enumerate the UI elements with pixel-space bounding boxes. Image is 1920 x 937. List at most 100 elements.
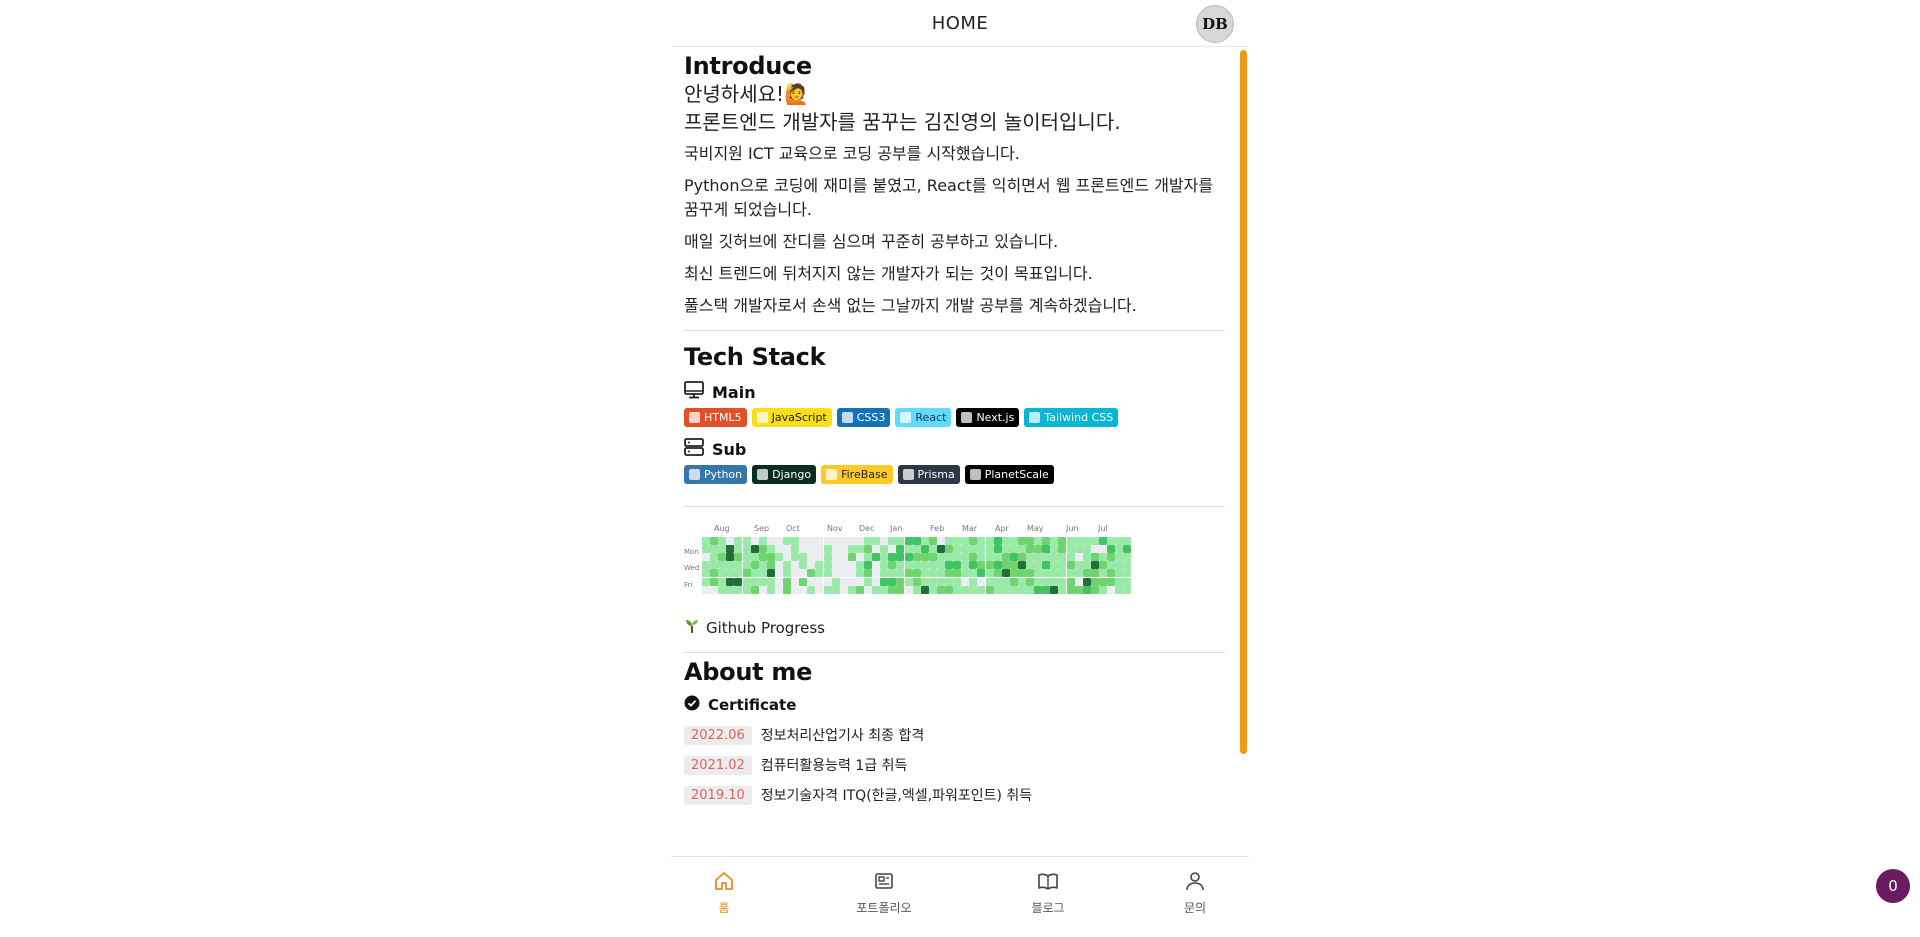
contribution-cell — [710, 537, 719, 545]
contribution-cell — [783, 585, 791, 594]
contribution-cell — [774, 569, 783, 578]
notification-bubble-button[interactable]: 0 — [1876, 869, 1910, 903]
contribution-cell — [839, 577, 848, 586]
nav-blog[interactable]: 블로그 — [1008, 870, 1088, 916]
contribution-cell — [742, 537, 751, 545]
contribution-cell — [855, 561, 864, 570]
contribution-cell — [847, 569, 856, 578]
contribution-cell — [1066, 569, 1075, 578]
contribution-cell — [888, 545, 897, 554]
certificate-item: 2019.10 정보기술자격 ITQ(한글,엑셀,파워포인트) 취득 — [684, 785, 1225, 805]
sub-badge-prisma: Prisma — [897, 465, 960, 484]
contribution-cell — [872, 537, 881, 545]
contribution-cell — [1082, 569, 1091, 578]
contribution-cell — [1090, 577, 1099, 586]
contribution-cell — [1074, 561, 1083, 570]
avatar[interactable]: DB — [1196, 5, 1234, 43]
contribution-cell — [839, 561, 848, 570]
contribution-cell — [953, 537, 962, 545]
contribution-cell — [912, 561, 921, 570]
contribution-cell — [783, 537, 791, 545]
contribution-cell — [953, 553, 962, 562]
contribution-cell — [1058, 545, 1067, 554]
contribution-cell — [888, 561, 897, 570]
contribution-cell — [904, 585, 913, 594]
contribution-cell — [766, 569, 775, 578]
contribution-cell — [1090, 545, 1099, 554]
contribution-cell — [985, 577, 994, 586]
contribution-cell — [847, 537, 856, 545]
contribution-cell — [1058, 577, 1067, 586]
contribution-cell — [718, 545, 727, 554]
contribution-cell — [734, 569, 743, 578]
contribution-cell — [1123, 577, 1132, 586]
main-badge-css3: CSS3 — [836, 408, 891, 427]
contribution-cell — [945, 545, 953, 554]
contribution-cell — [1058, 569, 1067, 578]
certificate-date: 2021.02 — [684, 755, 752, 775]
certificate-date: 2022.06 — [684, 725, 752, 745]
contribution-cell — [1115, 577, 1124, 586]
section-divider — [684, 506, 1225, 507]
contribution-cell — [872, 545, 881, 554]
contribution-cell — [912, 553, 921, 562]
contribution-cell — [1107, 561, 1115, 570]
contribution-cell — [783, 569, 791, 578]
nav-portfolio[interactable]: 포트폴리오 — [844, 870, 924, 916]
month-label: Mar — [962, 524, 978, 533]
contribution-cell — [750, 569, 759, 578]
contribution-cell — [880, 585, 889, 594]
badge-label: CSS3 — [856, 411, 886, 424]
main-scroll-area[interactable]: Introduce 안녕하세요!🙋 프론트엔드 개발자를 꿈꾸는 김진영의 놀이… — [671, 48, 1249, 856]
certificate-text: 정보처리산업기사 최종 합격 — [760, 728, 925, 744]
contribution-cell — [766, 537, 775, 545]
contribution-cell — [904, 561, 913, 570]
contribution-cell — [726, 585, 735, 594]
contribution-cell — [1034, 553, 1043, 562]
contribution-cell — [710, 569, 719, 578]
contribution-cell — [928, 545, 937, 554]
contribution-cell — [945, 569, 953, 578]
weekday-label: Mon — [684, 548, 699, 556]
contribution-cell — [1123, 585, 1132, 594]
nav-contact[interactable]: 문의 — [1155, 870, 1235, 916]
contribution-cell — [702, 545, 710, 554]
sub-badge-list: Python Django FireBase Prisma PlanetScale — [684, 465, 1225, 484]
certificate-header: Certificate — [684, 695, 1225, 715]
contribution-cell — [1050, 561, 1059, 570]
contribution-cell — [734, 553, 743, 562]
section-divider — [684, 330, 1225, 331]
scrollbar-thumb[interactable] — [1240, 50, 1247, 754]
contribution-cell — [888, 569, 897, 578]
contribution-cell — [815, 553, 824, 562]
contribution-cell — [1115, 537, 1124, 545]
contribution-cell — [758, 553, 767, 562]
contribution-cell — [1123, 561, 1132, 570]
contribution-cell — [945, 561, 953, 570]
contribution-cell — [1115, 545, 1124, 554]
contribution-cell — [807, 545, 816, 554]
nav-home[interactable]: 홈 — [684, 870, 764, 916]
contribution-cell — [1107, 569, 1115, 578]
contribution-cell — [1107, 577, 1115, 586]
contribution-cell — [742, 577, 751, 586]
contribution-cell — [864, 553, 872, 562]
contribution-cell — [1017, 569, 1026, 578]
contribution-cell — [1001, 537, 1010, 545]
contribution-cell — [953, 569, 962, 578]
contribution-cell — [791, 569, 800, 578]
contribution-cell — [839, 545, 848, 554]
app-frame: HOME DB Introduce 안녕하세요!🙋 프론트엔드 개발자를 꿈꾸는… — [671, 0, 1249, 937]
certificate-item: 2021.02 컴퓨터활용능력 1급 취득 — [684, 755, 1225, 775]
contribution-cell — [1066, 545, 1075, 554]
contribution-cell — [985, 537, 994, 545]
raising-hand-icon: 🙋 — [784, 82, 809, 106]
contribution-cell — [1066, 553, 1075, 562]
contribution-cell — [993, 545, 1002, 554]
contribution-cell — [710, 577, 719, 586]
contribution-cell — [734, 585, 743, 594]
sub-badge-firebase: FireBase — [821, 465, 893, 484]
contribution-cell — [791, 585, 800, 594]
contribution-cell — [815, 585, 824, 594]
main-badge-list: HTML5 JavaScript CSS3 React Next.js Tailwind … — [684, 408, 1225, 427]
